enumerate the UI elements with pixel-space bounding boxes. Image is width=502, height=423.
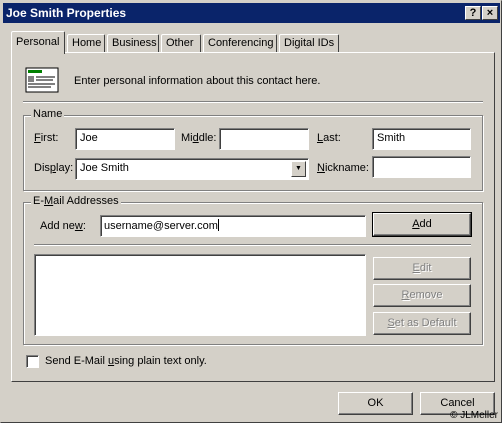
tab-business[interactable]: Business	[107, 34, 159, 53]
add-new-label: Add new:	[40, 220, 86, 232]
tab-label: Personal	[16, 36, 60, 48]
add-new-email-value: username@server.com	[104, 220, 218, 232]
email-group-legend: E-Mail Addresses	[31, 195, 121, 207]
tab-digital-ids[interactable]: Digital IDs	[279, 34, 339, 53]
display-name-combo[interactable]: Joe Smith ▼	[75, 158, 309, 180]
divider	[23, 101, 483, 103]
plain-text-label[interactable]: Send E-Mail using plain text only.	[45, 355, 207, 367]
tab-label: Digital IDs	[284, 37, 335, 49]
tab-label: Other	[166, 37, 194, 49]
properties-dialog: Joe Smith Properties ? × Personal Home B…	[0, 0, 502, 423]
middle-label: Middle:	[181, 132, 217, 144]
tab-other[interactable]: Other	[161, 34, 201, 53]
tab-conferencing[interactable]: Conferencing	[203, 34, 277, 53]
window-title: Joe Smith Properties	[6, 6, 127, 20]
first-label: First:	[34, 132, 59, 144]
tab-home[interactable]: Home	[67, 34, 105, 53]
nickname-label: Nickname:	[317, 162, 369, 174]
tab-label: Conferencing	[208, 37, 274, 49]
intro-text: Enter personal information about this co…	[74, 75, 321, 87]
close-button[interactable]: ×	[482, 6, 498, 20]
copyright-text: © JLMeller	[450, 410, 498, 421]
tab-label: Home	[72, 37, 102, 49]
set-as-default-button[interactable]: Set as Default	[373, 312, 471, 335]
email-divider	[34, 244, 471, 246]
help-button[interactable]: ?	[465, 6, 481, 20]
nickname-field[interactable]	[372, 156, 471, 178]
middle-name-field[interactable]	[219, 128, 309, 150]
first-name-field[interactable]: Joe	[75, 128, 175, 150]
title-bar[interactable]: Joe Smith Properties ? ×	[3, 3, 500, 23]
tab-label: Business	[112, 37, 157, 49]
add-new-email-field[interactable]: username@server.com	[100, 215, 366, 237]
chevron-down-icon[interactable]: ▼	[291, 161, 306, 177]
display-name-value: Joe Smith	[80, 162, 129, 174]
edit-button[interactable]: Edit	[373, 257, 471, 280]
email-address-list[interactable]	[34, 254, 366, 336]
remove-button[interactable]: Remove	[373, 284, 471, 307]
name-group-legend: Name	[31, 108, 65, 120]
add-button[interactable]: Add	[372, 212, 472, 237]
last-name-field[interactable]: Smith	[372, 128, 471, 150]
last-label: Last:	[317, 132, 341, 144]
ok-button[interactable]: OK	[338, 392, 413, 415]
plain-text-checkbox[interactable]	[26, 355, 39, 368]
contact-card-icon	[25, 67, 59, 93]
display-label: Display:	[34, 162, 74, 174]
tab-personal[interactable]: Personal	[11, 31, 65, 54]
